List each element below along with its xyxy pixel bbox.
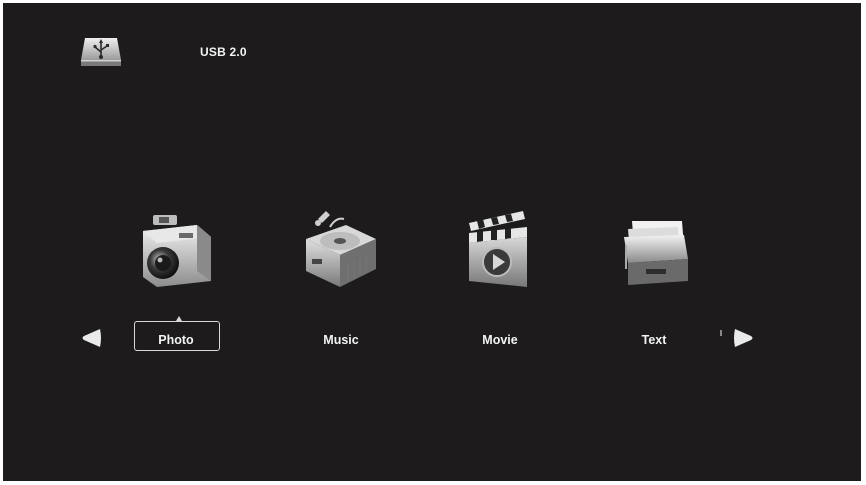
menu-item-text[interactable]: Text xyxy=(609,333,699,347)
menu-item-movie[interactable]: Movie xyxy=(455,333,545,347)
media-player-screen: USB 2.0 Photo Music Movie Text xyxy=(3,3,861,481)
document-tray-icon[interactable] xyxy=(618,207,698,289)
menu-item-photo[interactable]: Photo xyxy=(131,333,221,347)
arrow-right-icon[interactable] xyxy=(733,328,755,348)
clapperboard-icon[interactable] xyxy=(465,207,545,289)
camera-icon[interactable] xyxy=(137,207,217,289)
arrow-left-icon[interactable] xyxy=(80,328,102,348)
menu-item-music[interactable]: Music xyxy=(296,333,386,347)
usb-drive-icon xyxy=(81,38,121,66)
usb-source-label: USB 2.0 xyxy=(200,45,247,59)
music-player-icon[interactable] xyxy=(300,207,380,289)
scroll-tick xyxy=(720,330,722,336)
